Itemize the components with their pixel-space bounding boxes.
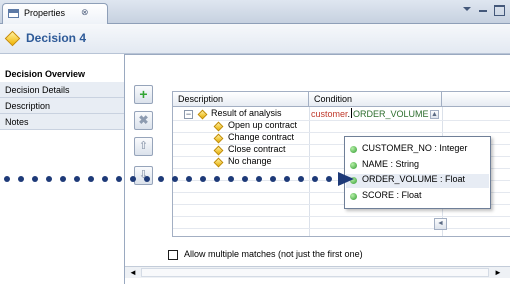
allow-multiple-checkbox[interactable] — [168, 250, 178, 260]
condition-cell-editor[interactable]: customer. ORDER_VOLUME — [311, 108, 429, 119]
sidebar-item-decision-overview[interactable]: Decision Overview — [0, 66, 124, 82]
autocomplete-item[interactable]: SCORE : Float — [350, 190, 422, 204]
autocomplete-item-label: CUSTOMER_NO : Integer — [362, 143, 468, 153]
condition-separator: . — [347, 109, 351, 119]
row-divider — [173, 132, 510, 133]
attribute-dot-icon — [350, 162, 357, 169]
form-header: Decision 4 — [0, 24, 510, 54]
column-header-condition[interactable]: Condition — [309, 92, 442, 107]
table-row[interactable]: Change contract — [228, 132, 294, 142]
row-divider — [173, 120, 510, 121]
allow-multiple-label: Allow multiple matches (not just the fir… — [184, 249, 363, 259]
collapse-toggle[interactable]: − — [184, 110, 193, 119]
row-divider — [173, 228, 510, 229]
decision-diamond-icon — [197, 109, 208, 120]
close-tab-icon[interactable]: ⊗ — [81, 7, 89, 18]
sidebar-item-description[interactable]: Description — [0, 98, 124, 114]
view-menu-icon[interactable] — [462, 5, 472, 14]
horizontal-scrollbar[interactable]: ◄ ► — [125, 266, 510, 278]
decision-diamond-icon — [4, 30, 21, 47]
scroll-right-icon[interactable]: ► — [493, 267, 503, 278]
move-up-button[interactable]: ⇧ — [134, 137, 153, 156]
decision-overview-panel: + ✖ ⇧ ⇩ Description Condition − Result o… — [124, 54, 510, 284]
form-title: Decision 4 — [26, 31, 87, 45]
properties-view-icon — [8, 9, 19, 18]
autocomplete-popup: CUSTOMER_NO : Integer NAME : String ORDE… — [344, 136, 491, 209]
scroll-thumb[interactable] — [141, 268, 489, 277]
table-row[interactable]: Close contract — [228, 144, 286, 154]
sidebar-item-notes[interactable]: Notes — [0, 114, 124, 130]
view-tab-strip: Properties ⊗ — [0, 0, 510, 24]
add-button[interactable]: + — [134, 85, 153, 104]
autocomplete-item-label: ORDER_VOLUME : Float — [362, 174, 466, 184]
properties-view-tab[interactable]: Properties ⊗ — [2, 3, 108, 24]
maximize-icon[interactable] — [494, 5, 505, 16]
cell-scroll-left-icon[interactable]: ◄ — [434, 218, 447, 230]
add-icon: + — [139, 86, 148, 102]
condition-property: ORDER_VOLUME — [353, 109, 429, 119]
delete-button[interactable]: ✖ — [134, 111, 153, 130]
autocomplete-item-selected[interactable]: ORDER_VOLUME : Float — [346, 174, 489, 188]
move-down-icon: ⇩ — [138, 169, 149, 181]
move-up-icon: ⇧ — [138, 140, 149, 152]
table-row[interactable]: No change — [228, 156, 272, 166]
autocomplete-item-label: SCORE : Float — [362, 190, 422, 200]
cell-scroll-up-icon[interactable]: ▲ — [430, 110, 439, 119]
text-caret — [351, 108, 353, 118]
attribute-dot-icon — [350, 177, 357, 184]
scroll-left-icon[interactable]: ◄ — [128, 267, 138, 278]
move-down-button[interactable]: ⇩ — [134, 166, 153, 185]
autocomplete-item-label: NAME : String — [362, 159, 420, 169]
section-sidebar: Decision Overview Decision Details Descr… — [0, 54, 124, 284]
autocomplete-item[interactable]: NAME : String — [350, 159, 419, 173]
condition-variable: customer — [311, 109, 348, 119]
table-row[interactable]: Open up contract — [228, 120, 297, 130]
attribute-dot-icon — [350, 193, 357, 200]
attribute-dot-icon — [350, 146, 357, 153]
result-diamond-icon — [213, 121, 224, 132]
result-diamond-icon — [213, 133, 224, 144]
result-diamond-icon — [213, 145, 224, 156]
column-header-empty[interactable] — [442, 92, 510, 107]
delete-icon: ✖ — [138, 113, 149, 127]
sidebar-item-decision-details[interactable]: Decision Details — [0, 82, 124, 98]
view-tab-label: Properties — [24, 8, 66, 18]
tree-root-label[interactable]: Result of analysis — [211, 108, 282, 118]
row-divider — [173, 216, 510, 217]
result-diamond-icon — [213, 157, 224, 168]
column-header-description[interactable]: Description — [173, 92, 309, 107]
minimize-icon[interactable] — [478, 5, 488, 14]
autocomplete-item[interactable]: CUSTOMER_NO : Integer — [350, 143, 467, 157]
